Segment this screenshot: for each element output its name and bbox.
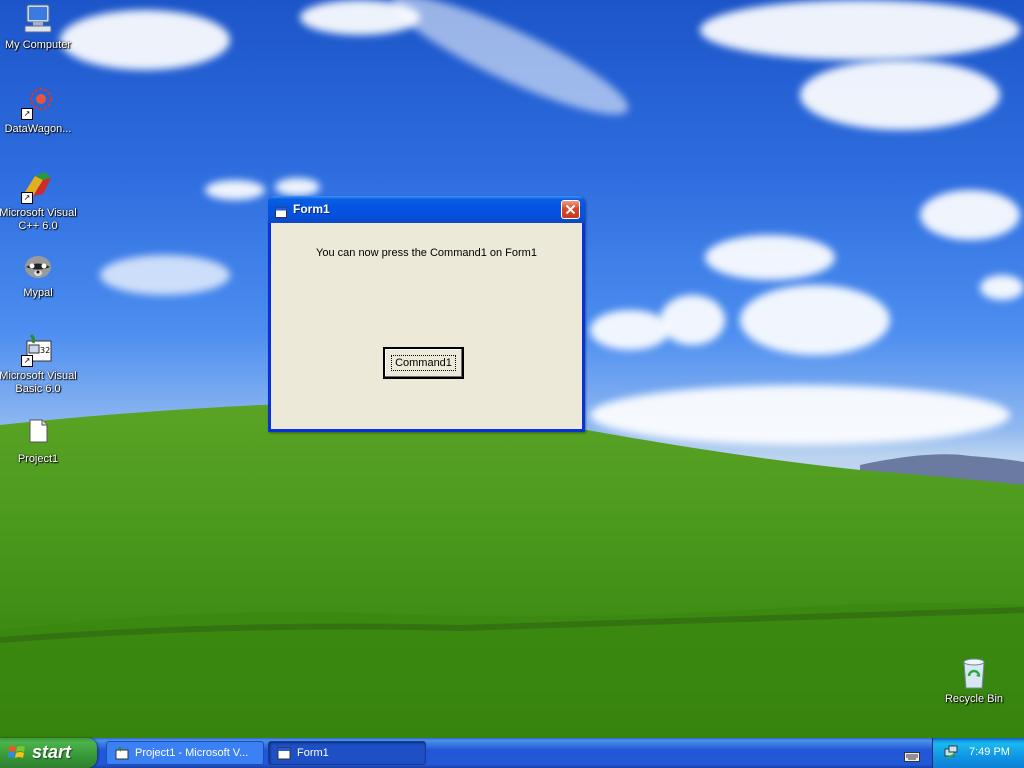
desktop-icon-visual-cpp[interactable]: ↗ Microsoft Visual C++ 6.0 xyxy=(0,170,78,233)
command1-button[interactable]: Command1 xyxy=(383,347,464,379)
command1-button-label: Command1 xyxy=(391,355,456,371)
window-titlebar[interactable]: Form1 xyxy=(268,196,585,223)
recycle-bin-icon xyxy=(957,656,991,690)
desktop-icon-my-computer[interactable]: My Computer xyxy=(0,2,78,52)
desktop-icon-label: Recycle Bin xyxy=(944,693,1004,705)
desktop-icon-recycle-bin[interactable]: Recycle Bin xyxy=(934,656,1014,706)
desktop-icon-mypal[interactable]: Mypal xyxy=(0,250,78,300)
desktop-icon-label: Microsoft Visual C++ 6.0 xyxy=(0,207,77,232)
system-tray: 7:49 PM xyxy=(932,738,1024,768)
folder-form-icon xyxy=(21,416,55,450)
instruction-label: You can now press the Command1 on Form1 xyxy=(316,247,537,259)
keyboard-icon[interactable] xyxy=(904,747,920,762)
raccoon-icon xyxy=(21,250,55,284)
taskbar-item-label: Project1 - Microsoft V... xyxy=(135,747,249,759)
desktop-icon-label: Mypal xyxy=(23,287,53,299)
visual-cpp-icon: ↗ xyxy=(21,170,55,204)
taskbar: start Project1 - Microsoft V... Form1 7:… xyxy=(0,738,1024,768)
window-title: Form1 xyxy=(293,202,330,216)
shortcut-arrow-icon: ↗ xyxy=(21,108,33,120)
desktop-icon-datawagon[interactable]: ↗ DataWagon... xyxy=(0,86,78,136)
network-icon[interactable] xyxy=(943,745,959,761)
desktop-icon-label: DataWagon... xyxy=(4,123,72,135)
shortcut-arrow-icon: ↗ xyxy=(21,192,33,204)
start-button[interactable]: start xyxy=(0,738,97,768)
windows-logo-icon xyxy=(8,745,26,761)
visual-basic-icon: 32 ↗ xyxy=(21,333,55,367)
desktop-icon-visual-basic[interactable]: 32 ↗ Microsoft Visual Basic 6.0 xyxy=(0,333,78,396)
computer-icon xyxy=(21,2,55,36)
desktop-icon-label: Microsoft Visual Basic 6.0 xyxy=(0,370,77,395)
form1-window[interactable]: Form1 You can now press the Command1 on … xyxy=(268,196,585,432)
datawagon-icon: ↗ xyxy=(21,86,55,120)
shortcut-arrow-icon: ↗ xyxy=(21,355,33,367)
desktop-icon-label: Project1 xyxy=(17,453,59,465)
close-icon xyxy=(565,204,576,215)
clock[interactable]: 7:49 PM xyxy=(969,746,1010,758)
taskbar-item-form1[interactable]: Form1 xyxy=(268,741,426,765)
desktop-icon-label: My Computer xyxy=(4,39,72,51)
taskbar-item-label: Form1 xyxy=(297,747,329,759)
close-button[interactable] xyxy=(561,200,580,219)
visual-basic-icon xyxy=(115,746,129,760)
taskbar-item-project1[interactable]: Project1 - Microsoft V... xyxy=(106,741,264,765)
desktop-icon-project1[interactable]: Project1 xyxy=(0,416,78,466)
form-icon xyxy=(275,203,287,218)
form-icon xyxy=(277,747,291,760)
start-label: start xyxy=(32,742,72,762)
svg-text:32: 32 xyxy=(40,346,50,355)
form-client-area: You can now press the Command1 on Form1 … xyxy=(271,223,582,429)
